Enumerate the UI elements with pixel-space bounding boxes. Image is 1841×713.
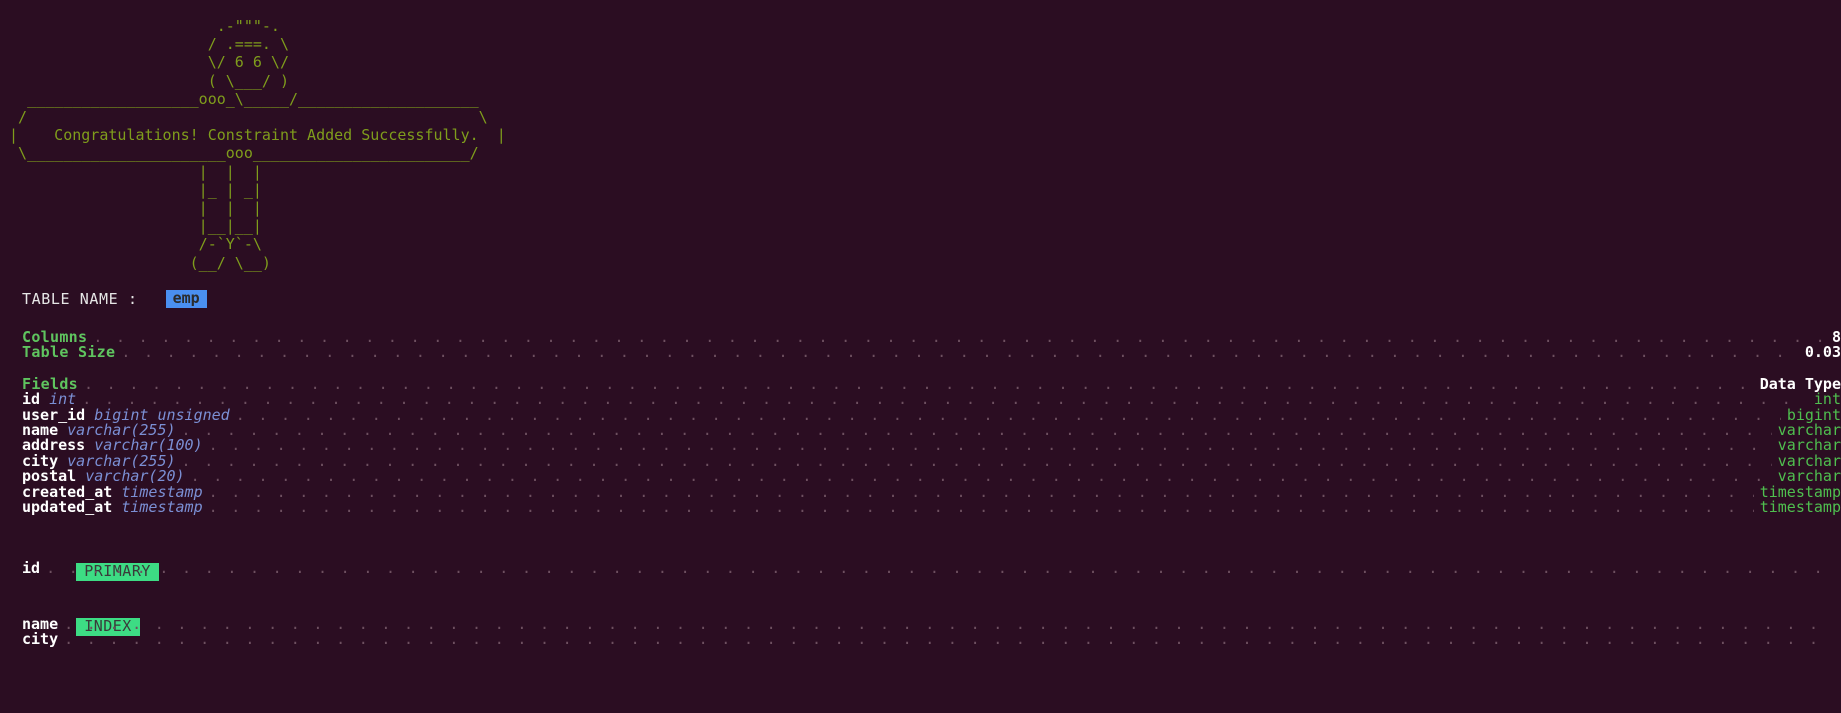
dot-leader [64,617,1835,632]
dot-leader [182,454,1772,469]
field-data-type: bigint [1786,407,1841,423]
dot-leader [82,392,1808,407]
primary-key-badge-row: PRIMARY [0,543,1841,581]
field-type: int [49,392,77,408]
field-data-type: varchar [1777,469,1841,485]
fields-header-label: Fields [22,376,78,393]
field-data-type: timestamp [1759,484,1841,500]
dot-leader [64,632,1835,647]
key-column-name: city [22,632,59,648]
terminal-output: .-"""-. / .===. \ \/ 6 6 \/ ( \___/ ) __… [0,0,1841,713]
index-badge-row: INDEX [0,599,1841,636]
field-name: id [22,392,41,408]
key-column-row: city [22,632,1841,647]
table-name-row: TABLE NAME : emp [0,290,1841,308]
field-row: updated_at timestamp timestamp [22,500,1841,515]
key-column-name: name [22,616,59,633]
summary-label-columns: Columns [22,330,88,346]
field-row: address varchar(100) varchar [22,438,1841,453]
summary-row-columns: Columns 8 [22,330,1841,345]
primary-key-columns: id [0,561,1841,576]
summary-label-table-size: Table Size [22,345,116,361]
ascii-art-banner: .-"""-. / .===. \ \/ 6 6 \/ ( \___/ ) __… [9,17,506,272]
index-columns: name city [0,617,1841,648]
dot-leader [84,377,1754,392]
field-data-type: timestamp [1759,499,1841,516]
field-data-type: int [1813,392,1841,408]
field-type: varchar(255) [67,453,176,470]
dot-leader [209,500,1754,515]
field-type: varchar(100) [94,438,203,454]
field-name: postal [22,469,77,485]
field-type: timestamp [121,484,203,500]
field-name: name [22,422,59,439]
dot-leader [46,561,1835,576]
summary-section: Columns 8 Table Size 0.03 [0,330,1841,361]
dot-leader [209,485,1754,500]
field-row: id int int [22,392,1841,407]
dot-leader [191,469,1772,484]
field-row: user_id bigint unsigned bigint [22,408,1841,423]
field-type: varchar(255) [67,422,176,439]
table-name-badge: emp [165,289,207,308]
field-row: name varchar(255) varchar [22,423,1841,438]
dot-leader [93,330,1826,345]
field-name: created_at [22,484,113,500]
summary-value-columns: 8 [1831,330,1841,346]
summary-value-table-size: 0.03 [1804,345,1841,361]
field-row: created_at timestamp timestamp [22,485,1841,500]
summary-row-table-size: Table Size 0.03 [22,345,1841,360]
table-name-label: TABLE NAME : [22,289,138,308]
field-name: updated_at [22,499,113,516]
fields-header-row: Fields Data Type [22,377,1841,392]
field-type: varchar(20) [85,469,185,485]
field-data-type: varchar [1777,453,1841,470]
fields-section: Fields Data Type id int int user_id bigi… [0,377,1841,516]
key-column-row: name [22,617,1841,632]
index-section: INDEX name city [0,599,1841,648]
field-name: user_id [22,407,86,423]
data-type-header-label: Data Type [1759,376,1841,393]
dot-leader [121,345,1799,360]
primary-key-section: PRIMARY id [0,543,1841,581]
dot-leader [236,408,1781,423]
field-data-type: varchar [1777,422,1841,439]
key-column-name: id [22,561,41,577]
field-type: timestamp [121,499,203,516]
key-column-row: id [22,561,1841,576]
field-data-type: varchar [1777,438,1841,454]
dot-leader [209,438,1772,453]
field-name: city [22,453,59,470]
field-name: address [22,438,86,454]
field-row: postal varchar(20) varchar [22,469,1841,484]
field-type: bigint unsigned [94,407,230,423]
field-row: city varchar(255) varchar [22,454,1841,469]
dot-leader [182,423,1772,438]
